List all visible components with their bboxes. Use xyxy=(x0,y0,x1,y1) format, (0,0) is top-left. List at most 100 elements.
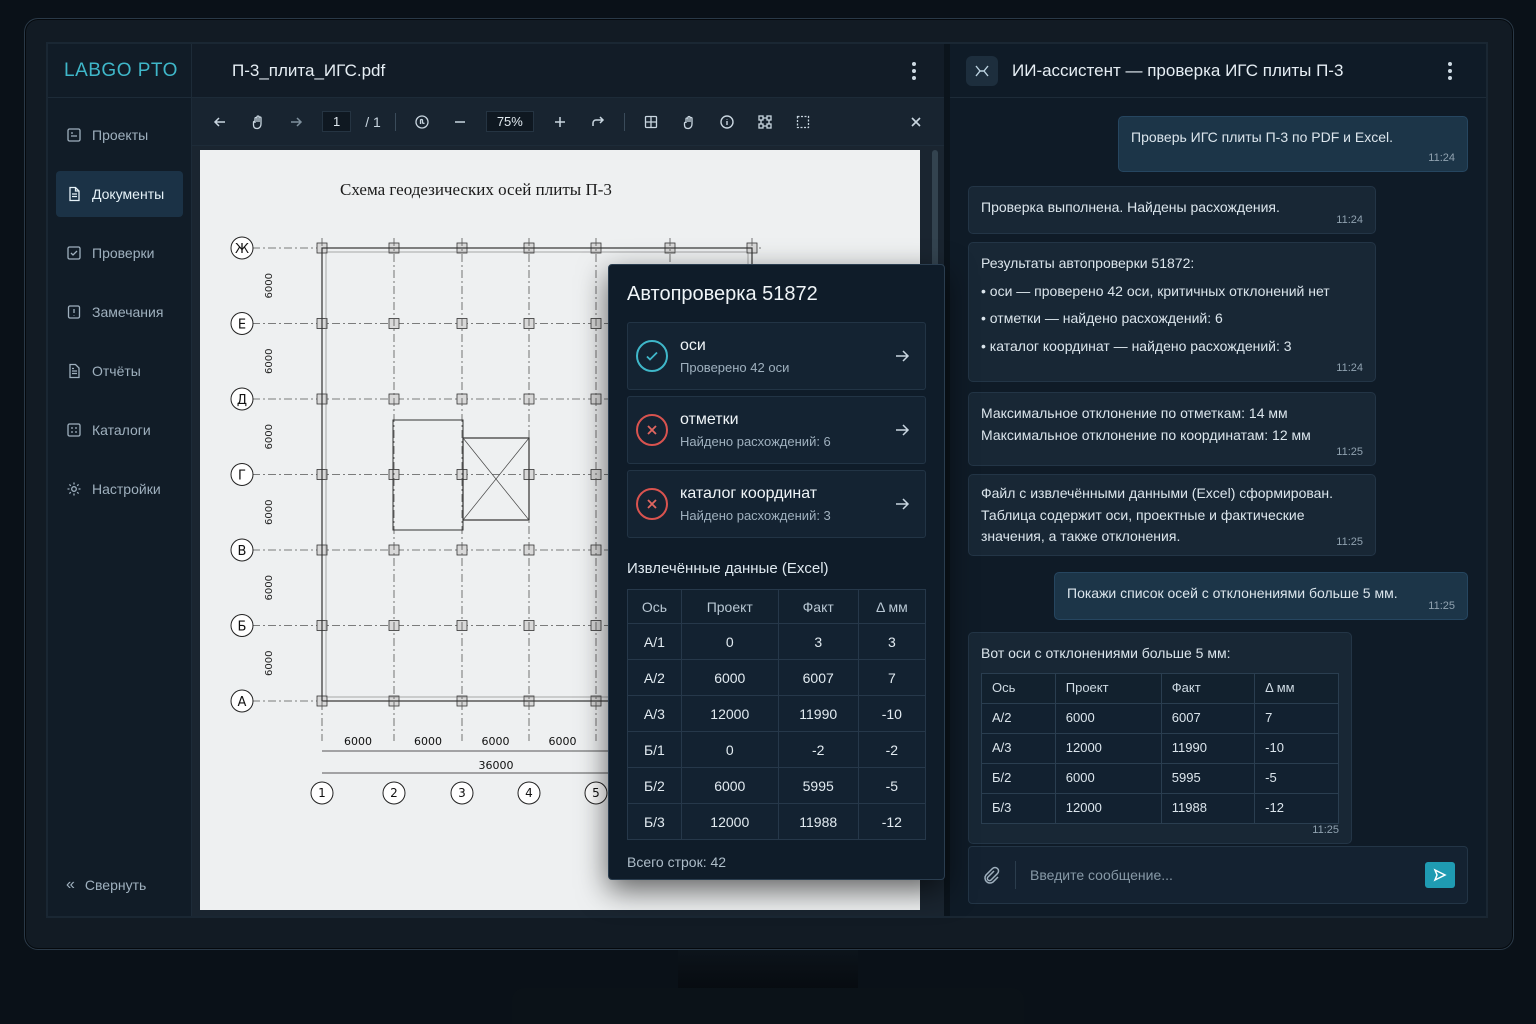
message-text: Максимальное отклонение по отметкам: 14 … xyxy=(981,405,1288,421)
message-time: 11:25 xyxy=(1312,823,1339,836)
table-cell: 11988 xyxy=(777,803,859,840)
page-total: / 1 xyxy=(365,113,381,130)
message-time: 11:24 xyxy=(1336,361,1363,374)
info-icon[interactable] xyxy=(715,110,739,134)
total-dimension-label: 36000 xyxy=(479,759,514,772)
opening xyxy=(392,419,464,531)
sidebar-item-checks[interactable]: Проверки xyxy=(56,230,183,276)
ai-assistant-panel: ИИ-ассистент — проверка ИГС плиты П-3 Пр… xyxy=(944,44,1486,916)
sidebar-item-reports[interactable]: Отчёты xyxy=(56,348,183,394)
forward-arrow-icon[interactable] xyxy=(284,110,308,134)
message-text: Вот оси с отклонениями больше 5 мм: xyxy=(981,645,1231,661)
select-area-icon[interactable] xyxy=(791,110,815,134)
message-input[interactable] xyxy=(1030,867,1411,883)
assistant-message: Результаты автопроверки 51872: оси — про… xyxy=(968,242,1376,382)
table-header: Факт xyxy=(1160,672,1256,704)
table-cell: 0 xyxy=(680,731,779,768)
chat-more-icon[interactable] xyxy=(1440,61,1460,81)
sidebar-item-label: Отчёты xyxy=(92,363,141,379)
settings-icon xyxy=(67,482,81,496)
dimension-label: 6000 xyxy=(264,273,275,298)
axis-label: 4 xyxy=(525,786,533,800)
page-number-input[interactable]: 1 xyxy=(322,111,352,132)
pdf-more-icon[interactable] xyxy=(904,61,924,81)
table-cell: -12 xyxy=(857,803,927,840)
table-cell: 12000 xyxy=(1054,792,1162,824)
toolbar-divider xyxy=(623,112,625,131)
dimension-label: 6000 xyxy=(414,735,442,748)
chat-messages: Проверь ИГС плиты П-3 по PDF и Excel. 11… xyxy=(950,98,1486,846)
app-logo[interactable]: LABGO PTO xyxy=(48,44,191,98)
check-item-elevations[interactable]: отметки Найдено расхождений: 6 xyxy=(627,396,926,464)
sidebar-item-remarks[interactable]: Замечания xyxy=(56,289,183,335)
message-text: Проверь ИГС плиты П-3 по PDF и Excel. xyxy=(1131,129,1394,145)
sidebar-item-projects[interactable]: Проекты xyxy=(56,112,183,158)
documents-icon xyxy=(69,186,80,202)
catalogs-icon xyxy=(67,423,81,437)
table-row: А/3 12000 11990 -10 xyxy=(981,732,1339,764)
table-cell: 6007 xyxy=(777,659,859,696)
check-name: оси xyxy=(680,337,706,354)
sidebar-item-label: Проекты xyxy=(92,127,149,143)
check-item-axes[interactable]: оси Проверено 42 оси xyxy=(627,322,926,390)
ai-nodes-icon[interactable] xyxy=(753,110,777,134)
message-time: 11:25 xyxy=(1336,445,1363,458)
user-message: Покажи список осей с отклонениями больше… xyxy=(1054,572,1468,620)
assistant-message: Вот оси с отклонениями больше 5 мм: Ось … xyxy=(968,632,1352,844)
table-cell: Б/2 xyxy=(627,767,682,804)
check-name: каталог координат xyxy=(680,485,818,502)
zoom-in-icon[interactable] xyxy=(548,110,572,134)
message-text: Файл с извлечёнными данными (Excel) сфор… xyxy=(981,485,1334,501)
pdf-scrollbar[interactable] xyxy=(932,150,938,270)
sidebar-item-label: Настройки xyxy=(92,481,161,497)
touch-icon[interactable] xyxy=(410,110,434,134)
sidebar-item-documents[interactable]: Документы xyxy=(56,171,183,217)
zoom-level[interactable]: 75% xyxy=(485,111,534,132)
message-text: значения, а также отклонения. xyxy=(981,528,1181,545)
table-row: А/3 12000 11990 -10 xyxy=(627,695,927,732)
table-cell: 6000 xyxy=(1054,702,1162,734)
sidebar-item-settings[interactable]: Настройки xyxy=(56,466,183,512)
check-item-coordinate-catalog[interactable]: каталог координат Найдено расхождений: 3 xyxy=(627,470,926,538)
dimension-label: 6000 xyxy=(264,424,275,449)
message-text: Таблица содержит оси, проектные и фактич… xyxy=(981,506,1305,523)
user-message: Проверь ИГС плиты П-3 по PDF и Excel. 11… xyxy=(1118,116,1468,172)
pan-hand-icon[interactable] xyxy=(246,110,270,134)
check-summary: Найдено расхождений: 3 xyxy=(680,508,831,523)
back-arrow-icon[interactable] xyxy=(208,110,232,134)
check-error-icon xyxy=(636,488,668,520)
zoom-out-icon[interactable] xyxy=(448,110,472,134)
sidebar-item-label: Каталоги xyxy=(92,422,151,438)
extracted-data-title: Извлечённые данные (Excel) xyxy=(627,560,829,577)
table-cell: 6000 xyxy=(1054,762,1162,794)
hand-tool-icon[interactable] xyxy=(677,110,701,134)
table-cell: 6000 xyxy=(680,659,779,696)
close-icon[interactable] xyxy=(904,110,928,134)
check-summary: Проверено 42 оси xyxy=(680,360,790,375)
sidebar-item-label: Документы xyxy=(92,186,165,202)
fit-page-icon[interactable] xyxy=(639,110,663,134)
table-header: Ось xyxy=(981,672,1056,704)
sidebar-nav: Проекты Документы Проверки Замечания Отч… xyxy=(48,98,191,860)
table-cell: А/2 xyxy=(627,659,682,696)
table-header: Ось xyxy=(627,589,682,624)
rotate-icon[interactable] xyxy=(586,110,610,134)
message-time: 11:25 xyxy=(1428,599,1455,612)
table-cell: 11988 xyxy=(1160,792,1256,824)
collapse-button[interactable]: « Свернуть xyxy=(48,860,191,910)
table-cell: -12 xyxy=(1254,792,1339,824)
toolbar-divider xyxy=(394,112,396,131)
sidebar-item-catalogs[interactable]: Каталоги xyxy=(56,407,183,453)
table-row: Б/3 12000 11988 -12 xyxy=(981,792,1339,824)
result-list: оси — проверено 42 оси, критичных отклон… xyxy=(981,281,1363,358)
list-item: оси — проверено 42 оси, критичных отклон… xyxy=(981,281,1363,303)
table-cell: 6007 xyxy=(1160,702,1256,734)
message-composer xyxy=(968,846,1468,904)
sidebar-item-label: Проверки xyxy=(92,245,155,261)
arrow-right-icon xyxy=(896,498,910,510)
send-button[interactable] xyxy=(1425,862,1455,888)
ai-assistant-icon xyxy=(966,55,998,86)
table-row: А/2 6000 6007 7 xyxy=(627,659,927,696)
axis-label: 2 xyxy=(390,786,398,800)
attach-paperclip-icon[interactable] xyxy=(981,865,1001,885)
